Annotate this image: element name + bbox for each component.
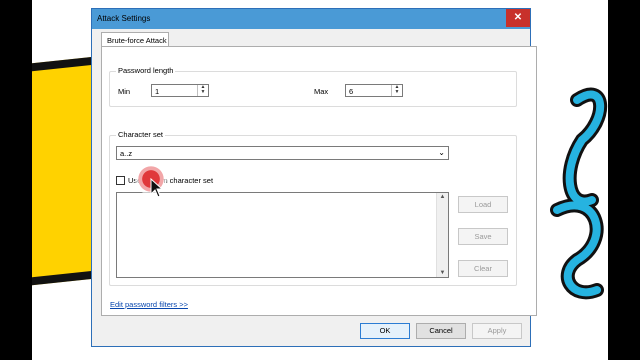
close-icon: ✕ <box>513 12 523 23</box>
character-set-title: Character set <box>116 130 166 139</box>
custom-charset-checkbox[interactable] <box>116 176 125 185</box>
script-lettering-graphic <box>550 87 608 300</box>
min-label: Min <box>118 87 131 96</box>
mouse-pointer-icon <box>150 178 164 198</box>
password-length-title: Password length <box>116 66 176 75</box>
tab-brute-force-attack[interactable]: Brute-force Attack <box>101 32 169 47</box>
textarea-scrollbar[interactable]: ▲ ▼ <box>436 193 448 277</box>
max-spin-arrows[interactable]: ▲ ▼ <box>391 85 402 96</box>
max-value: 6 <box>349 87 354 96</box>
min-length-stepper[interactable]: 1 ▲ ▼ <box>151 84 209 97</box>
max-length-stepper[interactable]: 6 ▲ ▼ <box>345 84 403 97</box>
ok-button[interactable]: OK <box>360 323 410 339</box>
window-title: Attack Settings <box>97 14 151 23</box>
cancel-button[interactable]: Cancel <box>416 323 466 339</box>
scroll-up-icon[interactable]: ▲ <box>437 194 448 200</box>
chevron-down-icon[interactable]: ⌄ <box>438 148 445 157</box>
load-button[interactable]: Load <box>458 196 508 213</box>
custom-charset-textarea[interactable]: ▲ ▼ <box>116 192 449 278</box>
title-bar[interactable]: Attack Settings ✕ <box>92 9 530 29</box>
character-set-select[interactable]: a..z ⌄ <box>116 146 449 160</box>
save-button[interactable]: Save <box>458 228 508 245</box>
clear-button[interactable]: Clear <box>458 260 508 277</box>
close-button[interactable]: ✕ <box>506 9 530 27</box>
character-set-value: a..z <box>120 149 133 158</box>
chevron-down-icon[interactable]: ▼ <box>198 90 208 95</box>
scroll-down-icon[interactable]: ▼ <box>437 270 448 276</box>
min-value: 1 <box>155 87 160 96</box>
max-label: Max <box>314 87 329 96</box>
edit-password-filters-link[interactable]: Edit password filters >> <box>110 300 188 309</box>
min-spin-arrows[interactable]: ▲ ▼ <box>197 85 208 96</box>
apply-button[interactable]: Apply <box>472 323 522 339</box>
chevron-down-icon[interactable]: ▼ <box>392 90 402 95</box>
